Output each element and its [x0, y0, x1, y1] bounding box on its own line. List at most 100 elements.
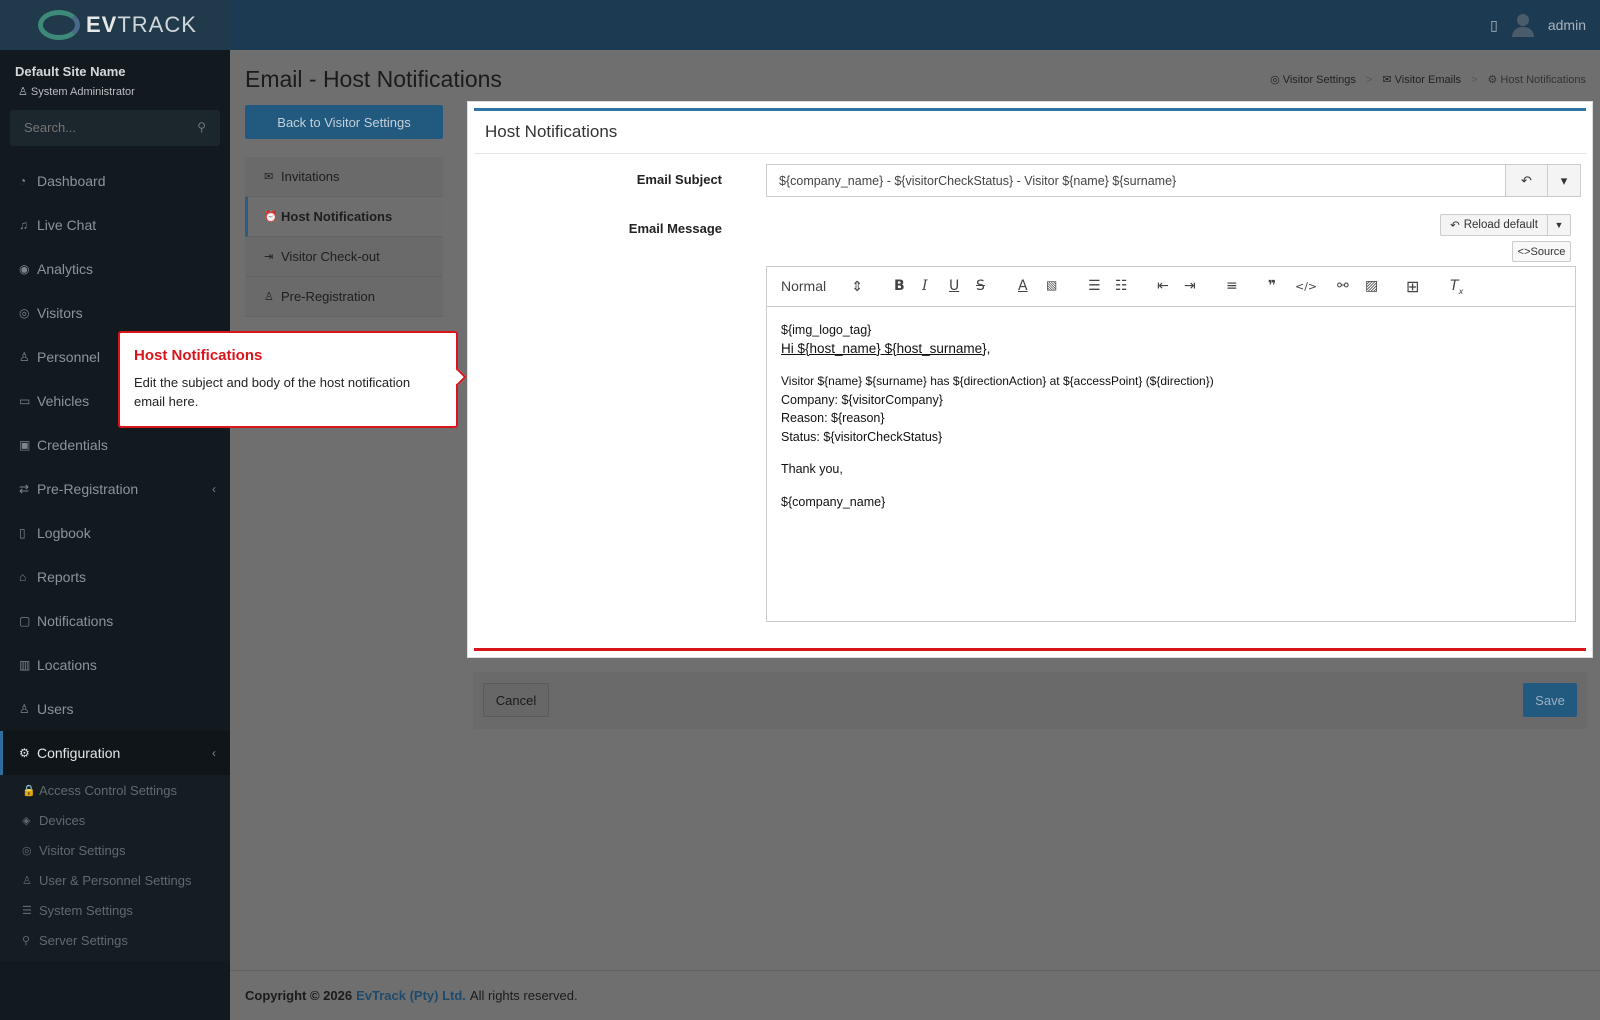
subnav-invitations[interactable]: ✉ Invitations — [245, 157, 443, 197]
sidebar-item-label: Locations — [37, 657, 97, 673]
logo[interactable]: EVTRACK — [0, 0, 230, 50]
strikethrough-icon[interactable]: S — [976, 278, 985, 294]
gear-icon: ⚙ — [19, 746, 30, 760]
reload-default-button[interactable]: ↶ Reload default — [1440, 214, 1548, 236]
analytics-icon: ◉ — [19, 262, 30, 276]
sign-out-icon: ⇥ — [264, 251, 274, 263]
sidebar-item-label: Credentials — [37, 437, 108, 453]
breadcrumb-visitor-emails[interactable]: ✉ Visitor Emails — [1382, 73, 1461, 86]
undo-icon: ↶ — [1450, 220, 1460, 232]
save-button[interactable]: Save — [1523, 683, 1577, 717]
body-line: Thank you, — [781, 462, 843, 476]
sidebar-item-analytics[interactable]: ◉ Analytics — [0, 247, 230, 291]
subnav-label: Visitor Check-out — [281, 249, 380, 264]
sidebar: Default Site Name ♙ System Administrator… — [0, 50, 230, 1020]
bullet-list-icon[interactable]: ☷ — [1115, 278, 1128, 294]
sidebar-subitem-label: System Settings — [39, 902, 133, 918]
sidebar-item-locations[interactable]: ▥ Locations — [0, 643, 230, 687]
italic-icon[interactable]: I — [922, 278, 928, 294]
sidebar-subitem-visitor-settings[interactable]: ◎ Visitor Settings — [0, 835, 230, 865]
book-icon: ▯ — [19, 526, 26, 540]
subnav-visitor-check-out[interactable]: ⇥ Visitor Check-out — [245, 237, 443, 277]
email-subject-label: Email Subject — [636, 172, 722, 187]
user-check-icon: ♙ — [264, 291, 274, 303]
table-icon[interactable]: ⊞ — [1406, 277, 1419, 296]
arrows-icon: ⇄ — [19, 482, 30, 496]
clear-format-icon[interactable]: Tx — [1450, 278, 1463, 296]
indent-icon[interactable]: ⇥ — [1184, 278, 1196, 294]
sidebar-subitem-server-settings[interactable]: ⚲ Server Settings — [0, 925, 230, 955]
user-menu[interactable]: admin — [1548, 17, 1586, 33]
breadcrumb-visitor-settings[interactable]: ◎ Visitor Settings — [1270, 73, 1356, 86]
code-block-icon[interactable]: </> — [1295, 280, 1317, 293]
sidebar-subitem-label: Access Control Settings — [39, 782, 178, 798]
user-role: ♙ System Administrator — [18, 86, 135, 98]
cancel-button[interactable]: Cancel — [483, 683, 549, 717]
gear-icon: ⚙ — [1487, 74, 1501, 86]
bold-icon[interactable]: B — [894, 278, 905, 294]
search-input[interactable] — [10, 110, 200, 145]
editor-body[interactable]: ${img_logo_tag} Hi ${host_name} ${host_s… — [767, 307, 1575, 525]
sidebar-item-pre-registration[interactable]: ⇄ Pre-Registration ‹ — [0, 467, 230, 511]
blockquote-icon[interactable]: ❞ — [1268, 278, 1276, 294]
reload-dropdown-button[interactable]: ▼ — [1547, 214, 1571, 236]
undo-subject-button[interactable]: ↶ — [1505, 164, 1548, 197]
site-name: Default Site Name — [15, 64, 126, 79]
sidebar-item-label: Vehicles — [37, 393, 90, 409]
sidebar-item-label: Pre-Registration — [37, 481, 139, 497]
avatar[interactable] — [1511, 12, 1534, 38]
sidebar-subitem-devices[interactable]: ◈ Devices — [0, 805, 230, 835]
sidebar-item-credentials[interactable]: ▣ Credentials — [0, 423, 230, 467]
sidebar-item-reports[interactable]: ⌂ Reports — [0, 555, 230, 599]
sidebar-item-logbook[interactable]: ▯ Logbook — [0, 511, 230, 555]
device-icon: ◈ — [22, 814, 31, 827]
sidebar-item-users[interactable]: ♙ Users — [0, 687, 230, 731]
body-line: Reason: ${reason} — [781, 411, 885, 425]
sidebar-item-configuration[interactable]: ⚙ Configuration ‹ — [0, 731, 230, 775]
subnav-label: Pre-Registration — [281, 289, 375, 304]
image-icon[interactable]: ▨ — [1365, 278, 1378, 294]
sidebar-subitem-user-personnel-settings[interactable]: ♙ User & Personnel Settings — [0, 865, 230, 895]
underline-icon[interactable]: U — [949, 278, 959, 294]
source-button[interactable]: <> Source — [1512, 241, 1571, 262]
subnav-host-notifications[interactable]: ⏰ Host Notifications — [245, 197, 443, 237]
caret-down-icon: ▾ — [1560, 172, 1568, 188]
sidebar-item-label: Personnel — [37, 349, 101, 365]
code-icon: <> — [1517, 245, 1531, 258]
users-icon: ♙ — [19, 350, 30, 364]
sidebar-subitem-label: Devices — [39, 812, 86, 828]
sidebar-subitem-label: Server Settings — [39, 932, 128, 948]
eye-icon: ◎ — [22, 844, 32, 857]
user-icon: ♙ — [18, 86, 31, 98]
form-actions: Cancel Save — [473, 672, 1587, 729]
company-link[interactable]: EvTrack (Pty) Ltd. — [356, 988, 466, 1003]
font-color-icon[interactable]: A — [1018, 278, 1028, 294]
format-select[interactable]: Normal ⇕ — [781, 278, 869, 295]
page-title: Email - Host Notifications — [245, 66, 502, 92]
ordered-list-icon[interactable]: ☰ — [1088, 278, 1101, 294]
rich-text-editor: Normal ⇕ B I U S A ▧ ☰ ☷ ⇤ ⇥ ≡ ❞ </> ⚯ ▨ … — [766, 266, 1576, 622]
body-line: Hi ${host_name} ${host_surname}, — [781, 340, 991, 356]
undo-icon: ↶ — [1521, 172, 1532, 188]
car-icon: ▭ — [19, 394, 31, 408]
host-notifications-panel: Host Notifications Email Subject ${compa… — [467, 101, 1593, 658]
email-subject-input[interactable]: ${company_name} - ${visitorCheckStatus} … — [766, 164, 1506, 197]
subnav-pre-registration[interactable]: ♙ Pre-Registration — [245, 277, 443, 317]
subject-dropdown-button[interactable]: ▾ — [1547, 164, 1581, 197]
sliders-icon: ☰ — [22, 904, 32, 917]
sidebar-item-live-chat[interactable]: ♫ Live Chat — [0, 203, 230, 247]
sidebar-item-notifications[interactable]: ▢ Notifications — [0, 599, 230, 643]
background-color-icon[interactable]: ▧ — [1046, 278, 1057, 292]
search-icon[interactable]: ⚲ — [197, 120, 206, 134]
outdent-icon[interactable]: ⇤ — [1157, 278, 1169, 294]
back-to-visitor-settings-button[interactable]: Back to Visitor Settings — [245, 105, 443, 139]
body-line: Visitor ${name} ${surname} has ${directi… — [781, 374, 1214, 388]
book-icon[interactable]: ▯ — [1490, 17, 1498, 34]
align-left-icon[interactable]: ≡ — [1226, 278, 1238, 294]
link-icon[interactable]: ⚯ — [1337, 278, 1349, 294]
sidebar-subitem-access-control-settings[interactable]: 🔒 Access Control Settings — [0, 775, 230, 805]
sidebar-item-dashboard[interactable]: ◔ Dashboard — [0, 159, 230, 203]
sidebar-subitem-system-settings[interactable]: ☰ System Settings — [0, 895, 230, 925]
sidebar-item-visitors[interactable]: ◎ Visitors — [0, 291, 230, 335]
caret-down-icon: ▼ — [1554, 220, 1564, 230]
